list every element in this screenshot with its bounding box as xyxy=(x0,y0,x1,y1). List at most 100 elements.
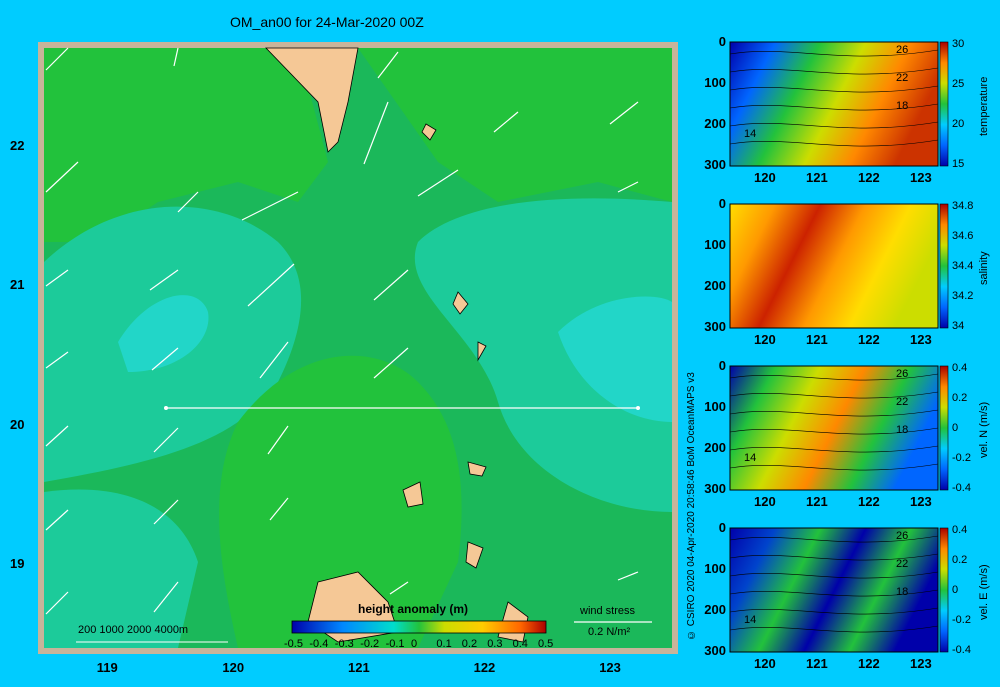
section-panel-plot xyxy=(729,41,949,167)
colorbar-label: height anomaly (m) xyxy=(358,602,469,616)
depth-tick-label: 0 xyxy=(718,358,726,373)
colorbar-tick-label: -0.5 xyxy=(284,638,303,650)
contour-label: 26 xyxy=(896,368,909,380)
lon-tick-label: 123 xyxy=(910,332,932,347)
depth-tick-label: 100 xyxy=(704,237,726,252)
wind-scale-label: 0.2 N/m² xyxy=(588,626,631,638)
depth-scale-label: 200 1000 2000 4000m xyxy=(78,624,189,636)
colorbar-tick-label: -0.3 xyxy=(334,638,354,650)
depth-tick-label: 300 xyxy=(704,319,726,334)
section-panels: 0 100 200 300 120 121 122 123 30 25 20 15 26 22 18 14 te… xyxy=(700,34,1000,676)
section-panel-plot xyxy=(729,527,949,653)
lon-tick-label: 122 xyxy=(858,332,880,347)
lat-tick-label: 21 xyxy=(10,277,25,293)
section-end xyxy=(636,406,640,410)
lon-tick-label: 122 xyxy=(473,660,496,675)
colorbar-tick-label: -0.2 xyxy=(952,452,971,464)
section-panel-label: vel. N (m/s) xyxy=(978,401,990,459)
depth-tick-label: 200 xyxy=(704,278,726,293)
depth-tick-label: 0 xyxy=(718,34,726,49)
section-panel-label: temperature xyxy=(978,76,990,136)
section-panel-colorbar xyxy=(939,203,949,329)
contour-label: 14 xyxy=(744,128,757,140)
colorbar-tick-label: 20 xyxy=(952,118,965,130)
colorbar-tick-label: 34.2 xyxy=(952,290,974,302)
contour-label: 22 xyxy=(896,396,909,408)
lon-tick-label: 123 xyxy=(910,494,932,509)
section-panel-label: salinity xyxy=(978,251,990,285)
depth-tick-label: 0 xyxy=(718,520,726,535)
section-panel-colorbar xyxy=(939,527,949,653)
colorbar-tick-label: -0.4 xyxy=(952,482,971,494)
colorbar-tick-label: -0.2 xyxy=(360,638,380,650)
height-anomaly-map xyxy=(38,42,678,654)
colorbar-tick-label: 30 xyxy=(952,38,965,50)
depth-tick-label: 0 xyxy=(718,196,726,211)
colorbar-tick-label: 34.8 xyxy=(952,200,974,212)
lon-tick-label: 120 xyxy=(754,494,776,509)
lon-tick-label: 120 xyxy=(754,170,776,185)
contour-label: 26 xyxy=(896,44,909,56)
colorbar-tick-label: 15 xyxy=(952,158,965,170)
colorbar-tick-label: -0.4 xyxy=(309,638,329,650)
lon-tick-label: 121 xyxy=(806,656,828,671)
contour-label: 18 xyxy=(896,424,909,436)
colorbar-tick-label: 34 xyxy=(952,320,965,332)
lon-tick-label: 122 xyxy=(858,170,880,185)
contour-label: 18 xyxy=(896,586,909,598)
lon-tick-label: 123 xyxy=(599,660,621,675)
section-panel: 0 100 200 300 120 121 122 123 0.4 0.2 0 -0.2 -0.4 26 2… xyxy=(700,358,1000,520)
colorbar-tick-label: 0 xyxy=(952,422,959,434)
lon-tick-label: 121 xyxy=(348,660,370,675)
colorbar-ticks: -0.5 -0.4 -0.3 -0.2 -0.1 0 0.1 0.2 0.3 0.4 0.5 xyxy=(280,638,560,652)
colorbar-tick-label: 0 xyxy=(952,584,959,596)
colorbar-tick-label: -0.2 xyxy=(952,614,971,626)
depth-tick-label: 100 xyxy=(704,75,726,90)
lon-tick-label: 121 xyxy=(806,494,828,509)
section-panel-colorbar xyxy=(939,41,949,167)
depth-tick-label: 300 xyxy=(704,643,726,658)
wind-label: wind stress xyxy=(580,605,636,617)
colorbar-tick-label: 0.2 xyxy=(461,638,478,650)
lon-tick-label: 123 xyxy=(910,656,932,671)
colorbar-tick-label: 25 xyxy=(952,78,965,90)
depth-tick-label: 100 xyxy=(704,561,726,576)
colorbar-tick-label: -0.1 xyxy=(385,638,405,650)
section-panel-colorbar xyxy=(939,365,949,491)
section-panel-plot xyxy=(729,365,949,491)
colorbar-tick-label: 0.4 xyxy=(512,638,528,650)
section-panel: 0 100 200 300 120 121 122 123 30 25 20 15 26 22 18 14 te… xyxy=(700,34,1000,196)
colorbar-tick-label: 34.4 xyxy=(952,260,974,272)
lon-ticks: 119 120 121 122 123 xyxy=(0,660,700,680)
section-panel-plot xyxy=(729,203,949,329)
lon-tick-label: 121 xyxy=(806,170,828,185)
colorbar-tick-label: 0.5 xyxy=(538,638,554,650)
section-start xyxy=(164,406,168,410)
colorbar-tick-label: 34.6 xyxy=(952,230,974,242)
section-panel-field xyxy=(729,203,939,329)
credit-text: © CSIRO 2020 04-Apr-2020 20:58:46 BoM Oc… xyxy=(686,372,697,640)
lon-tick-label: 121 xyxy=(806,332,828,347)
colorbar-tick-label: 0.3 xyxy=(487,638,503,650)
colorbar-tick-label: 0.1 xyxy=(436,638,452,650)
lon-tick-label: 120 xyxy=(222,660,245,675)
lat-tick-label: 20 xyxy=(10,416,25,432)
map-title: OM_an00 for 24-Mar-2020 00Z xyxy=(230,14,424,30)
height-colorbar xyxy=(291,620,547,634)
colorbar-tick-label: -0.4 xyxy=(952,644,971,656)
depth-tick-label: 300 xyxy=(704,157,726,172)
contour-label: 14 xyxy=(744,614,757,626)
lat-ticks: 22 21 20 19 xyxy=(0,0,36,680)
colorbar-tick-label: 0.4 xyxy=(952,362,968,374)
lon-tick-label: 122 xyxy=(858,494,880,509)
depth-tick-label: 200 xyxy=(704,116,726,131)
lat-tick-label: 22 xyxy=(10,137,25,153)
colorbar-tick-label: 0.2 xyxy=(952,392,968,404)
lon-tick-label: 120 xyxy=(754,656,776,671)
depth-tick-label: 200 xyxy=(704,602,726,617)
colorbar-tick-label: 0.4 xyxy=(952,524,968,536)
depth-tick-label: 300 xyxy=(704,481,726,496)
contour-label: 22 xyxy=(896,558,909,570)
lon-tick-label: 123 xyxy=(910,170,932,185)
contour-label: 26 xyxy=(896,530,909,542)
